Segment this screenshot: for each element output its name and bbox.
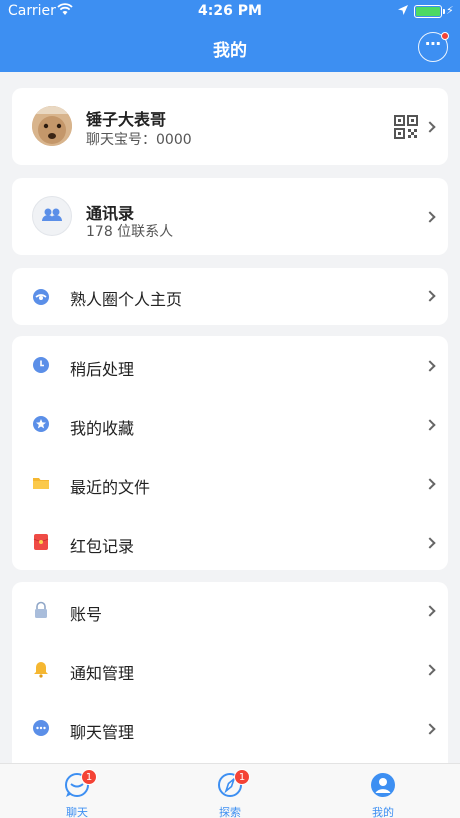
list-item-label: 稍后处理 bbox=[70, 360, 135, 379]
profile-id: 聊天宝号：0000 bbox=[86, 132, 192, 148]
avatar bbox=[32, 106, 72, 146]
star-icon bbox=[33, 416, 49, 432]
tab-badge: 1 bbox=[234, 769, 250, 785]
chevron-right-icon bbox=[424, 419, 436, 431]
bell-icon bbox=[34, 662, 48, 678]
chevron-right-icon bbox=[424, 121, 436, 133]
lock-icon bbox=[35, 601, 47, 618]
location-arrow-icon bbox=[398, 5, 408, 15]
list-item-favorites[interactable]: 我的收藏 bbox=[12, 395, 448, 454]
tab-badge: 1 bbox=[81, 769, 97, 785]
moments-card[interactable]: 熟人圈个人主页 bbox=[12, 268, 448, 325]
list-item-label: 最近的文件 bbox=[70, 478, 151, 497]
list-item-label: 我的收藏 bbox=[70, 419, 135, 438]
tab-explore[interactable]: 1 探索 bbox=[170, 764, 290, 818]
list-item-chat-settings[interactable]: 聊天管理 bbox=[12, 700, 448, 759]
tab-chat[interactable]: 1 聊天 bbox=[17, 764, 137, 818]
qr-code-icon[interactable] bbox=[394, 115, 418, 139]
tab-label: 探索 bbox=[219, 806, 241, 818]
chevron-right-icon bbox=[424, 360, 436, 372]
chevron-right-icon bbox=[424, 723, 436, 735]
moments-label: 熟人圈个人主页 bbox=[70, 290, 183, 309]
status-time: 4:26 PM bbox=[198, 3, 262, 19]
contacts-icon bbox=[32, 196, 72, 236]
contacts-card[interactable]: 通讯录 178 位联系人 bbox=[12, 178, 448, 255]
status-bar: Carrier 4:26 PM ⚡ bbox=[0, 0, 460, 24]
chevron-right-icon bbox=[424, 478, 436, 490]
top-bar: Carrier 4:26 PM ⚡ 我的 ⋯ bbox=[0, 0, 460, 72]
list-item-label: 红包记录 bbox=[70, 537, 135, 556]
tab-bar: 1 聊天 1 探索 我的 bbox=[0, 763, 460, 818]
list-item-label: 账号 bbox=[70, 605, 103, 624]
tools-group: 稍后处理 我的收藏 最近的文件 红包记录 bbox=[12, 336, 448, 570]
list-item-account[interactable]: 账号 bbox=[12, 582, 448, 641]
chevron-right-icon bbox=[424, 211, 436, 223]
moments-icon bbox=[33, 289, 49, 305]
list-item-later[interactable]: 稍后处理 bbox=[12, 336, 448, 395]
page-title: 我的 bbox=[213, 41, 247, 61]
chevron-right-icon bbox=[424, 664, 436, 676]
chat-icon bbox=[33, 720, 49, 736]
clock-icon bbox=[33, 357, 49, 373]
profile-icon bbox=[371, 773, 395, 797]
chevron-right-icon bbox=[424, 290, 436, 302]
battery-icon bbox=[414, 5, 445, 18]
folder-icon bbox=[33, 478, 49, 489]
chevron-right-icon bbox=[424, 605, 436, 617]
list-item-label: 通知管理 bbox=[70, 664, 135, 683]
tab-label: 聊天 bbox=[66, 806, 88, 818]
tab-label: 我的 bbox=[372, 806, 394, 818]
list-item-label: 聊天管理 bbox=[70, 723, 135, 742]
profile-name: 锤子大表哥 bbox=[86, 110, 167, 129]
notification-dot bbox=[441, 32, 449, 40]
chevron-right-icon bbox=[424, 537, 436, 549]
red-envelope-icon bbox=[33, 534, 49, 550]
contacts-count: 178 位联系人 bbox=[86, 224, 174, 240]
profile-card[interactable]: 锤子大表哥 聊天宝号：0000 bbox=[12, 88, 448, 165]
list-item-red-envelope[interactable]: 红包记录 bbox=[12, 513, 448, 570]
tab-me[interactable]: 我的 bbox=[323, 764, 443, 818]
charging-bolt-icon: ⚡ bbox=[446, 4, 454, 17]
list-item-recent-files[interactable]: 最近的文件 bbox=[12, 454, 448, 513]
list-item-notifications[interactable]: 通知管理 bbox=[12, 641, 448, 700]
settings-group: 账号 通知管理 聊天管理 bbox=[12, 582, 448, 782]
